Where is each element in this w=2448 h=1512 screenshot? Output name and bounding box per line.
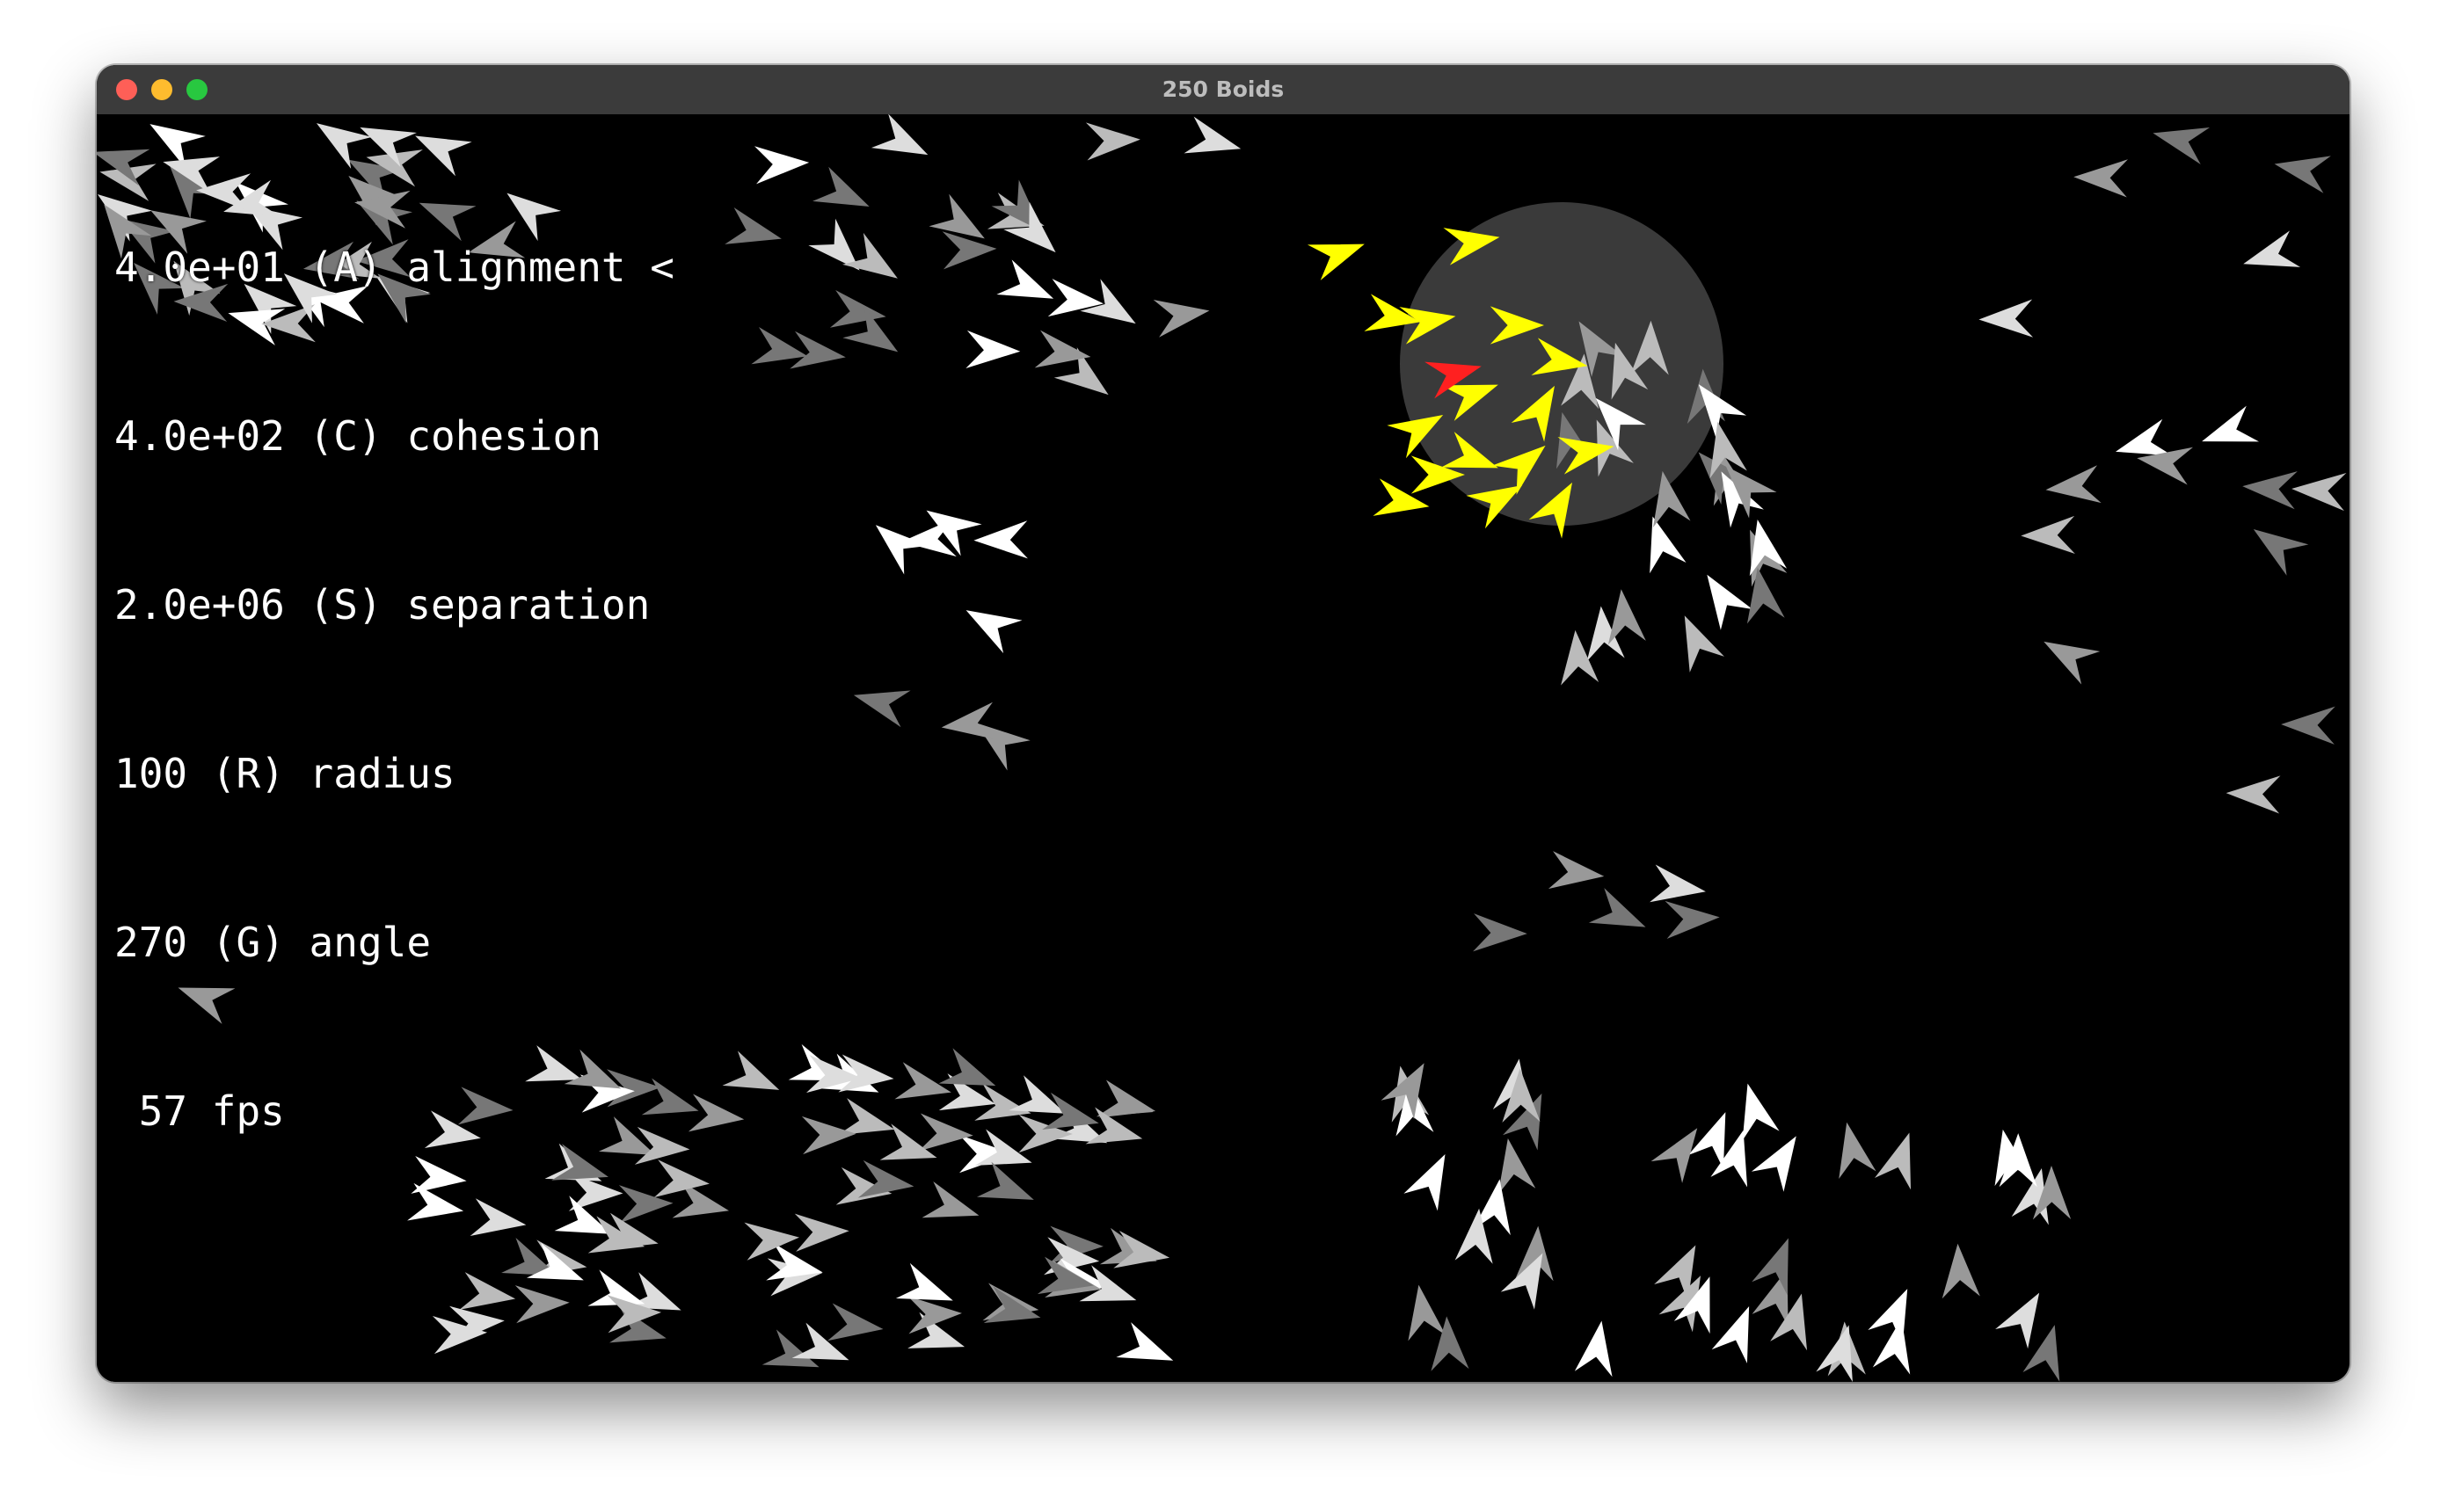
boid bbox=[1497, 1138, 1536, 1195]
boid bbox=[1116, 1322, 1174, 1361]
boid bbox=[1588, 888, 1646, 927]
boid bbox=[722, 1050, 780, 1090]
boid bbox=[1085, 122, 1140, 161]
boid bbox=[2242, 471, 2298, 510]
simulation-canvas[interactable]: 4.0e+01 (A) alignment < 4.0e+02 (C) cohe… bbox=[97, 114, 2350, 1382]
boid bbox=[894, 1062, 951, 1100]
boid bbox=[1942, 1243, 1980, 1299]
boid bbox=[449, 1305, 505, 1344]
boid bbox=[827, 1303, 884, 1341]
boid bbox=[2253, 528, 2309, 576]
boid bbox=[1047, 279, 1104, 317]
boid bbox=[1650, 1128, 1698, 1183]
boid bbox=[1574, 1320, 1613, 1378]
boid bbox=[996, 259, 1054, 299]
boid bbox=[875, 525, 929, 575]
boid bbox=[1707, 574, 1752, 630]
boid bbox=[1874, 1132, 1912, 1190]
title-bar: 250 Boids bbox=[97, 65, 2350, 115]
boid bbox=[1473, 913, 1527, 952]
boid bbox=[2274, 156, 2331, 193]
boid bbox=[853, 690, 911, 728]
boid bbox=[1839, 1122, 1876, 1180]
boid bbox=[879, 1123, 937, 1160]
boid bbox=[2226, 775, 2281, 814]
boid bbox=[459, 1272, 516, 1310]
hud-cohesion: 4.0e+02 (C) cohesion bbox=[114, 412, 601, 460]
hud-radius: 100 (R) radius bbox=[114, 750, 455, 797]
boid bbox=[2021, 515, 2075, 555]
boid bbox=[1742, 1083, 1780, 1141]
boid bbox=[2291, 472, 2347, 512]
boid bbox=[1079, 1265, 1137, 1302]
boid bbox=[2202, 405, 2260, 442]
boid bbox=[1408, 1284, 1446, 1341]
boid bbox=[2243, 230, 2301, 267]
boid bbox=[808, 218, 860, 271]
boid bbox=[1184, 116, 1242, 154]
boid bbox=[922, 1181, 980, 1218]
boid bbox=[842, 232, 898, 279]
boid bbox=[754, 146, 810, 185]
boid bbox=[942, 231, 997, 270]
boid bbox=[2045, 465, 2102, 504]
boids-window: 250 Boids 4.0e+01 (A) alignment < 4.0e+0… bbox=[97, 65, 2350, 1382]
boid bbox=[1816, 1325, 1853, 1382]
boid bbox=[2153, 127, 2211, 164]
boid bbox=[1403, 1154, 1446, 1211]
boid bbox=[973, 520, 1028, 559]
boid bbox=[1746, 567, 1785, 624]
boid bbox=[871, 114, 929, 156]
hud-alignment: 4.0e+01 (A) alignment < bbox=[114, 244, 674, 291]
boid bbox=[514, 1285, 570, 1324]
boid bbox=[837, 1098, 895, 1136]
boid bbox=[751, 326, 808, 365]
boid bbox=[1153, 300, 1210, 338]
boid bbox=[2044, 641, 2101, 685]
boid bbox=[1561, 629, 1599, 686]
hud-angle: 270 (G) angle bbox=[114, 919, 432, 966]
boid bbox=[965, 610, 1023, 654]
boid bbox=[1665, 900, 1720, 940]
boid bbox=[744, 1222, 800, 1261]
boid bbox=[1548, 851, 1605, 890]
boid bbox=[1080, 279, 1136, 324]
boid bbox=[983, 1286, 1041, 1324]
hud-separation: 2.0e+06 (S) separation bbox=[114, 581, 651, 629]
boid bbox=[1650, 864, 1706, 903]
boid bbox=[1751, 1136, 1796, 1192]
boid bbox=[965, 330, 1021, 369]
boid bbox=[2073, 159, 2128, 198]
boid bbox=[794, 1213, 849, 1252]
parameter-hud: 4.0e+01 (A) alignment < 4.0e+02 (C) cohe… bbox=[114, 127, 674, 1252]
boid bbox=[976, 1161, 1034, 1200]
hud-fps: 57 fps bbox=[114, 1087, 285, 1135]
boid bbox=[918, 1113, 973, 1152]
boid bbox=[688, 1094, 745, 1132]
boid bbox=[1978, 299, 2034, 338]
boid bbox=[1684, 615, 1724, 672]
boid bbox=[812, 166, 870, 207]
boid bbox=[725, 207, 782, 244]
boid bbox=[1650, 516, 1687, 574]
neighbor-boid bbox=[1307, 244, 1365, 280]
boid bbox=[2281, 706, 2335, 745]
window-title: 250 Boids bbox=[1162, 76, 1285, 102]
boid bbox=[801, 1116, 856, 1155]
